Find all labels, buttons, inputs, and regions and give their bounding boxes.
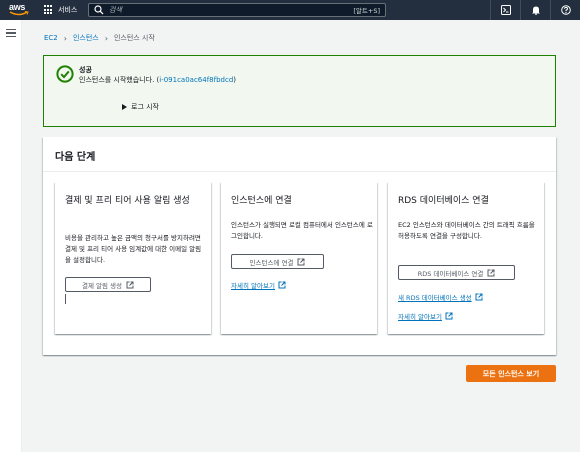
services-label: 서비스: [58, 6, 78, 14]
aws-logo[interactable]: aws: [8, 1, 32, 19]
connect-instance-card: 인스턴스에 연결 인스턴스가 실행되면 로컬 컴퓨터에서 인스턴스에 로그인합니…: [221, 182, 377, 334]
card-title: 결제 및 프리 티어 사용 알림 생성: [65, 196, 190, 206]
instance-id-link[interactable]: i-091ca0ac64f8fbdcd: [159, 76, 233, 84]
next-steps-title: 다음 단계: [55, 152, 96, 163]
alert-message-suffix: ): [233, 76, 237, 84]
success-alert: 성공 인스턴스를 시작했습니다. (i-091ca0ac64f8fbdcd) 로…: [43, 55, 556, 127]
next-steps-header: 다음 단계: [43, 137, 556, 172]
view-all-instances-button[interactable]: 모든 인스턴스 보기: [466, 365, 556, 382]
link-label: 자세히 알아보기: [398, 313, 442, 321]
menu-icon[interactable]: [6, 29, 16, 37]
notifications-button[interactable]: [520, 0, 550, 20]
breadcrumb-current: 인스턴스 시작: [113, 34, 155, 42]
caret-right-icon: [122, 104, 127, 110]
connect-rds-button[interactable]: RDS 데이터베이스 연결: [398, 265, 515, 280]
external-link-icon: [445, 312, 453, 320]
help-button[interactable]: [550, 0, 580, 20]
external-link-icon: [297, 258, 305, 265]
cloudshell-button[interactable]: [490, 0, 520, 20]
text-cursor: [65, 294, 66, 304]
external-link-icon: [487, 269, 495, 276]
rds-connect-card: RDS 데이터베이스 연결 EC2 인스턴스와 데이터베이스 간의 트래픽 흐름…: [388, 182, 544, 334]
aws-smile-icon: [9, 11, 29, 16]
bell-icon: [531, 6, 540, 15]
alert-title: 성공: [79, 66, 92, 74]
connect-instance-button[interactable]: 인스턴스에 연결: [231, 254, 324, 269]
button-label: 인스턴스에 연결: [249, 258, 294, 267]
help-icon: [560, 5, 571, 15]
learn-more-link[interactable]: 자세히 알아보기: [398, 311, 453, 321]
create-rds-link[interactable]: 새 RDS 데이터베이스 생성: [398, 292, 483, 302]
card-description: 비용을 관리하고 높은 금액의 청구서를 방지하려면 결제 및 프리 티어 사용…: [65, 234, 202, 264]
grid-icon: [44, 5, 54, 15]
card-description: 인스턴스가 실행되면 로컬 컴퓨터에서 인스턴스에 로그인합니다.: [231, 221, 373, 240]
breadcrumb-instances[interactable]: 인스턴스: [73, 33, 99, 43]
nav-icon-group: [490, 0, 580, 20]
button-label: RDS 데이터베이스 연결: [417, 269, 484, 278]
search-input[interactable]: [109, 6, 354, 14]
alert-message: 인스턴스를 시작했습니다. (i-091ca0ac64f8fbdcd): [79, 75, 236, 85]
search-bar[interactable]: [알트+S]: [88, 3, 386, 17]
chevron-right-icon: ›: [63, 33, 67, 43]
card-title: RDS 데이터베이스 연결: [398, 196, 489, 206]
services-menu-button[interactable]: 서비스: [44, 3, 77, 17]
search-shortcut-hint: [알트+S]: [353, 7, 380, 15]
chevron-right-icon: ›: [104, 33, 108, 43]
alert-message-prefix: 인스턴스를 시작했습니다. (: [79, 76, 160, 84]
link-label: 자세히 알아보기: [231, 282, 275, 290]
breadcrumb: EC2 › 인스턴스 › 인스턴스 시작: [44, 33, 155, 43]
next-steps-panel: 다음 단계 결제 및 프리 티어 사용 알림 생성 비용을 관리하고 높은 금액…: [43, 137, 556, 355]
launch-log-toggle[interactable]: 로그 시작: [122, 102, 159, 112]
breadcrumb-ec2[interactable]: EC2: [44, 34, 58, 42]
button-label: 결제 알림 생성: [81, 281, 122, 290]
learn-more-link[interactable]: 자세히 알아보기: [231, 280, 286, 290]
card-description: EC2 인스턴스와 데이터베이스 간의 트래픽 흐름을 허용하도록 연결을 구성…: [398, 221, 535, 240]
cloudshell-icon: [500, 5, 511, 15]
launch-log-label: 로그 시작: [131, 103, 159, 111]
search-icon: [94, 5, 104, 15]
top-navigation: aws 서비스 [알트+S]: [0, 0, 580, 20]
card-title: 인스턴스에 연결: [231, 196, 292, 206]
success-check-icon: [56, 65, 74, 83]
create-billing-alert-button[interactable]: 결제 알림 생성: [65, 277, 151, 292]
external-link-icon: [278, 281, 286, 289]
side-navigation: [0, 20, 22, 452]
link-label: 새 RDS 데이터베이스 생성: [398, 294, 472, 302]
billing-alert-card: 결제 및 프리 티어 사용 알림 생성 비용을 관리하고 높은 금액의 청구서를…: [55, 182, 211, 334]
external-link-icon: [126, 281, 134, 288]
external-link-icon: [475, 293, 483, 301]
